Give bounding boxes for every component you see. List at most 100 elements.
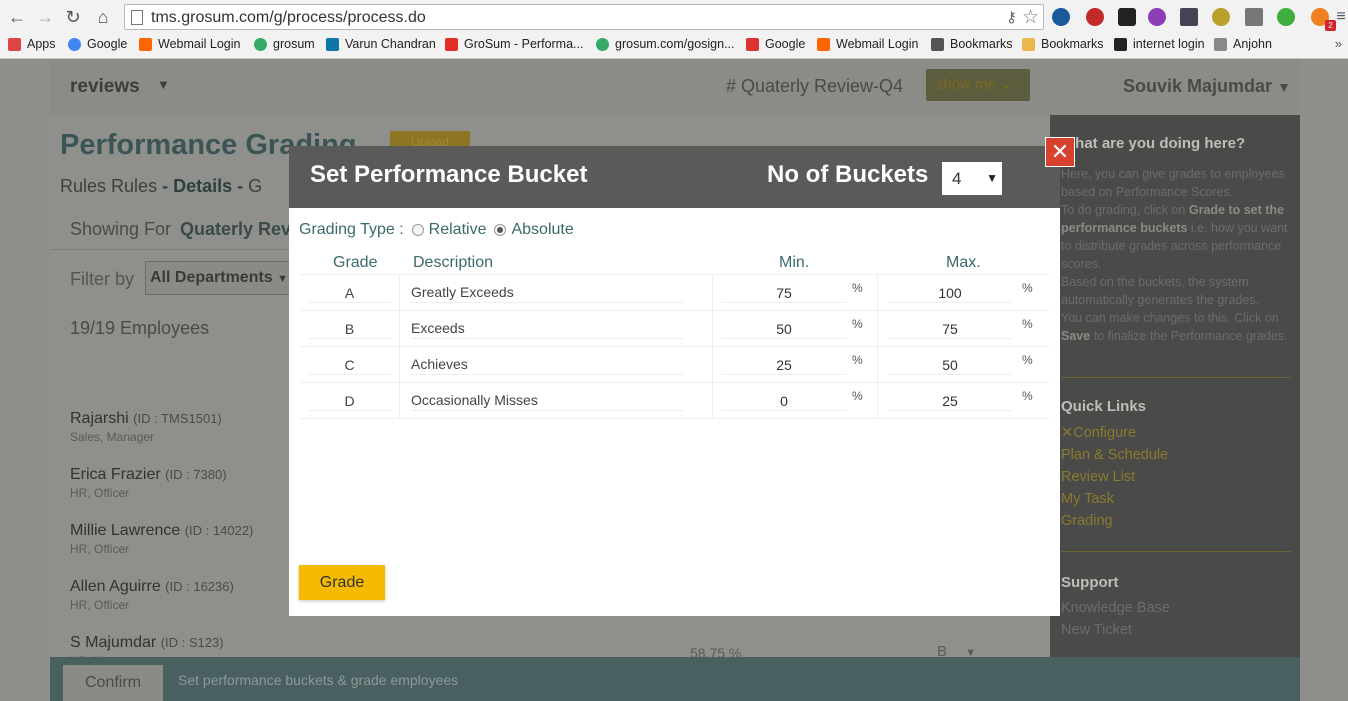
close-modal-button[interactable]: ✕ <box>1045 137 1075 167</box>
bucket-description-input[interactable]: Greatly Exceeds <box>411 284 514 300</box>
input-underline <box>309 374 391 375</box>
caret-down-icon: ▼ <box>277 273 289 285</box>
quick-link-grading[interactable]: Grading <box>1061 513 1113 529</box>
quick-link-my-task[interactable]: My Task <box>1061 491 1114 507</box>
cpanel-icon <box>817 37 830 51</box>
divider <box>1061 377 1291 378</box>
column-divider <box>877 311 878 347</box>
extension-icon[interactable] <box>1118 8 1136 26</box>
apps-grid-icon <box>8 37 21 51</box>
bucket-max-input[interactable]: 25 <box>888 393 1012 409</box>
show-me-label: show me <box>936 76 997 93</box>
employee-row[interactable]: Millie Lawrence (ID : 14022) HR, Officer <box>70 522 253 556</box>
help-p4c: to finalize the Performance grades. <box>1090 329 1288 343</box>
bucket-grade[interactable]: C <box>300 347 400 383</box>
extension-icon[interactable] <box>1180 8 1198 26</box>
radio-absolute-label[interactable]: Absolute <box>511 221 573 239</box>
crumb-details[interactable]: Details <box>173 176 232 196</box>
back-arrow-icon[interactable]: ← <box>6 6 28 28</box>
bookmark-item[interactable]: grosum <box>254 37 315 51</box>
bucket-max-input[interactable]: 75 <box>888 321 1012 337</box>
input-underline <box>722 338 846 339</box>
filter-label: Filter by <box>70 269 135 289</box>
quick-link-plan[interactable]: Plan & Schedule <box>1061 447 1168 463</box>
help-p4a: You can make changes to this. Click on <box>1061 311 1279 325</box>
bucket-row: B Exceeds 50% 75% <box>300 311 1049 347</box>
bookmark-item[interactable]: internet login <box>1114 37 1205 51</box>
percent-label: % <box>852 281 863 295</box>
employee-row[interactable]: Erica Frazier (ID : 7380) HR, Officer <box>70 466 227 500</box>
bucket-description-input[interactable]: Achieves <box>411 356 468 372</box>
bookmark-item[interactable]: Varun Chandran <box>326 37 436 51</box>
showing-value[interactable]: Quaterly Rev <box>180 219 291 240</box>
bookmark-item[interactable]: Google <box>746 37 805 51</box>
support-title: Support <box>1061 574 1119 591</box>
department-filter-select[interactable]: All Departments ▼ <box>145 261 295 295</box>
bookmark-star-icon[interactable]: ☆ <box>1022 6 1039 29</box>
bucket-min-input[interactable]: 0 <box>722 393 846 409</box>
extension-icon[interactable] <box>1212 8 1230 26</box>
bucket-row: C Achieves 25% 50% <box>300 347 1049 383</box>
reload-icon[interactable]: ↻ <box>62 6 84 28</box>
bookmark-item[interactable]: Anjohn <box>1214 37 1272 51</box>
confirm-button[interactable]: Confirm <box>63 665 163 701</box>
extension-icon[interactable] <box>1052 8 1070 26</box>
help-title: What are you doing here? <box>1061 135 1246 152</box>
support-link-ticket[interactable]: New Ticket <box>1061 622 1132 638</box>
employee-row[interactable]: Rajarshi (ID : TMS1501) Sales, Manager <box>70 410 222 444</box>
bookmark-item[interactable]: Apps <box>8 37 56 51</box>
extension-icon[interactable] <box>1277 8 1295 26</box>
radio-relative[interactable] <box>411 224 424 236</box>
caret-down-icon[interactable]: ▼ <box>157 77 170 92</box>
crumb-rules-2[interactable]: Rules <box>111 176 157 196</box>
bucket-max-input[interactable]: 50 <box>888 357 1012 373</box>
bucket-grade[interactable]: B <box>300 311 400 347</box>
percent-label: % <box>852 317 863 331</box>
show-me-button[interactable]: show me ⌄ <box>926 69 1030 101</box>
bucket-row: D Occasionally Misses 0% 25% <box>300 383 1049 419</box>
grade-button[interactable]: Grade <box>299 565 385 600</box>
bucket-grade[interactable]: D <box>300 383 400 419</box>
quick-link-configure[interactable]: ✕Configure <box>1061 425 1136 441</box>
extension-icon[interactable] <box>1086 8 1104 26</box>
home-icon[interactable]: ⌂ <box>92 6 114 28</box>
input-underline <box>888 410 1012 411</box>
bookmark-item[interactable]: Webmail Login <box>139 37 240 51</box>
bucket-min-input[interactable]: 75 <box>722 285 846 301</box>
bucket-max-input[interactable]: 100 <box>888 285 1012 301</box>
address-bar[interactable]: tms.grosum.com/g/process/process.do ⚷ ☆ <box>124 4 1044 30</box>
key-icon[interactable]: ⚷ <box>1006 8 1017 26</box>
extension-icon[interactable] <box>1148 8 1166 26</box>
bucket-grade[interactable]: A <box>300 275 400 311</box>
bookmark-label: grosum.com/gosign... <box>615 37 735 51</box>
support-link-kb[interactable]: Knowledge Base <box>1061 600 1170 616</box>
extension-icon[interactable] <box>1245 8 1263 26</box>
radio-absolute[interactable] <box>494 224 507 236</box>
crumb-rules[interactable]: Rules <box>60 176 106 196</box>
crumb-grading[interactable]: G <box>248 176 262 196</box>
radio-relative-label[interactable]: Relative <box>429 221 487 239</box>
column-divider <box>877 275 878 311</box>
forward-arrow-icon[interactable]: → <box>34 6 56 28</box>
employee-id: (ID : 7380) <box>165 467 227 482</box>
bookmark-item[interactable]: grosum.com/gosign... <box>596 37 735 51</box>
page-icon <box>131 10 143 25</box>
bookmark-item[interactable]: Bookmarks <box>1022 37 1104 51</box>
bookmark-item[interactable]: GroSum - Performa... <box>445 37 583 51</box>
quick-link-review-list[interactable]: Review List <box>1061 469 1135 485</box>
bookmark-item[interactable]: Webmail Login <box>817 37 918 51</box>
bookmark-label: Bookmarks <box>950 37 1013 51</box>
bucket-description-input[interactable]: Occasionally Misses <box>411 392 538 408</box>
more-bookmarks-icon[interactable]: » <box>1335 36 1342 51</box>
employee-row[interactable]: Allen Aguirre (ID : 16236) HR, Officer <box>70 578 234 612</box>
bookmark-item[interactable]: Bookmarks <box>931 37 1013 51</box>
bucket-description-input[interactable]: Exceeds <box>411 320 465 336</box>
bucket-min-input[interactable]: 25 <box>722 357 846 373</box>
reviews-menu[interactable]: reviews <box>70 76 140 98</box>
user-menu[interactable]: Souvik Majumdar ▼ <box>1123 76 1291 97</box>
buckets-select[interactable]: 4 ▼ <box>942 162 1002 195</box>
bookmark-item[interactable]: Google <box>68 37 127 51</box>
menu-icon[interactable]: ≡ <box>1330 6 1348 28</box>
help-p2a: To do grading, click on <box>1061 203 1189 217</box>
bucket-min-input[interactable]: 50 <box>722 321 846 337</box>
